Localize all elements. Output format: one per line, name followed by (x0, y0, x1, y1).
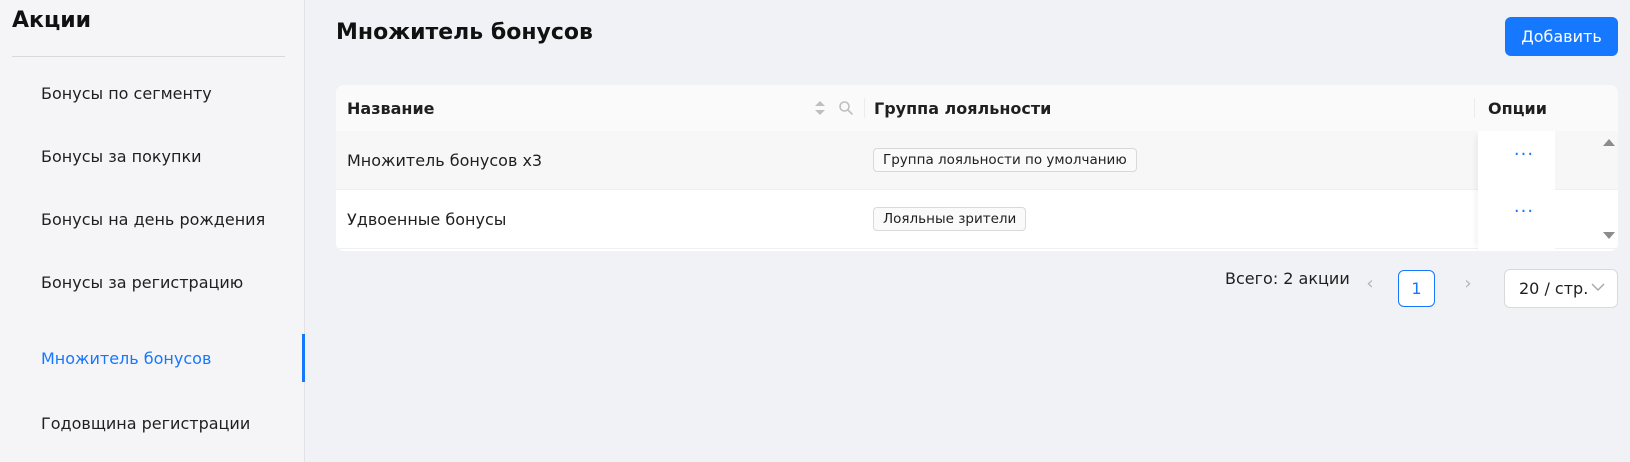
sidebar-active-indicator (302, 334, 305, 382)
table-row[interactable]: Удвоенные бонусы Лояльные зрители (336, 190, 1618, 249)
column-header-options-label: Опции (1488, 98, 1547, 118)
sidebar-item-label: Бонусы по сегменту (41, 83, 212, 103)
sort-icon[interactable] (814, 99, 826, 117)
page-size-value: 20 / стр. (1519, 279, 1589, 298)
sidebar-item-registration-bonuses[interactable]: Бонусы за регистрацию (0, 260, 305, 304)
sidebar-item-purchase-bonuses[interactable]: Бонусы за покупки (0, 134, 305, 178)
chevron-down-icon (1591, 283, 1605, 291)
sidebar-item-label: Бонусы за покупки (41, 146, 202, 166)
cell-promotion-name: Множитель бонусов x3 (347, 150, 543, 170)
column-separator (864, 98, 865, 118)
search-icon[interactable] (838, 100, 854, 116)
sidebar-item-label: Годовщина регистрации (41, 413, 251, 433)
more-options-button[interactable]: ··· (1514, 201, 1534, 222)
sidebar-item-label: Множитель бонусов (41, 348, 212, 368)
column-separator (1474, 98, 1475, 118)
pagination-total: Всего: 2 акции (1225, 269, 1350, 288)
more-options-button[interactable]: ··· (1514, 144, 1534, 165)
page-title: Множитель бонусов (336, 20, 593, 45)
column-header-options: Опции (1488, 85, 1547, 131)
column-header-group: Группа лояльности (874, 85, 1051, 131)
table-scrollbar[interactable] (1598, 131, 1618, 251)
app: Акции Бонусы по сегменту Бонусы за покуп… (0, 0, 1630, 462)
table-row[interactable]: Множитель бонусов x3 Группа лояльности п… (336, 131, 1618, 190)
column-header-name: Название (347, 85, 435, 131)
scroll-down-arrow-icon[interactable] (1603, 232, 1615, 239)
chevron-right-icon[interactable]: › (1456, 271, 1480, 295)
column-header-name-label: Название (347, 98, 435, 118)
sidebar-item-registration-anniversary[interactable]: Годовщина регистрации (0, 401, 305, 445)
sidebar-item-birthday-bonuses[interactable]: Бонусы на день рождения (0, 197, 305, 241)
sidebar-item-segment-bonuses[interactable]: Бонусы по сегменту (0, 71, 305, 115)
page-button-current[interactable]: 1 (1398, 270, 1435, 307)
sidebar-title: Акции (12, 8, 92, 33)
sidebar-divider (12, 56, 285, 57)
promotions-table: Название Группа лояльности Опции Множите… (336, 85, 1618, 251)
chevron-left-icon[interactable]: ‹ (1358, 271, 1382, 295)
sidebar-item-label: Бонусы на день рождения (41, 209, 266, 229)
sidebar-item-bonus-multiplier[interactable]: Множитель бонусов (0, 336, 305, 380)
sidebar-item-label: Бонусы за регистрацию (41, 272, 244, 292)
table-header: Название Группа лояльности Опции (336, 85, 1618, 132)
cell-promotion-name: Удвоенные бонусы (347, 209, 507, 229)
loyalty-group-tag: Группа лояльности по умолчанию (873, 148, 1137, 172)
page-size-select[interactable]: 20 / стр. (1504, 269, 1618, 308)
loyalty-group-tag: Лояльные зрители (873, 207, 1027, 231)
add-button[interactable]: Добавить (1505, 17, 1618, 56)
column-header-group-label: Группа лояльности (874, 98, 1052, 118)
sidebar: Акции Бонусы по сегменту Бонусы за покуп… (0, 0, 305, 462)
scroll-up-arrow-icon[interactable] (1603, 139, 1615, 146)
